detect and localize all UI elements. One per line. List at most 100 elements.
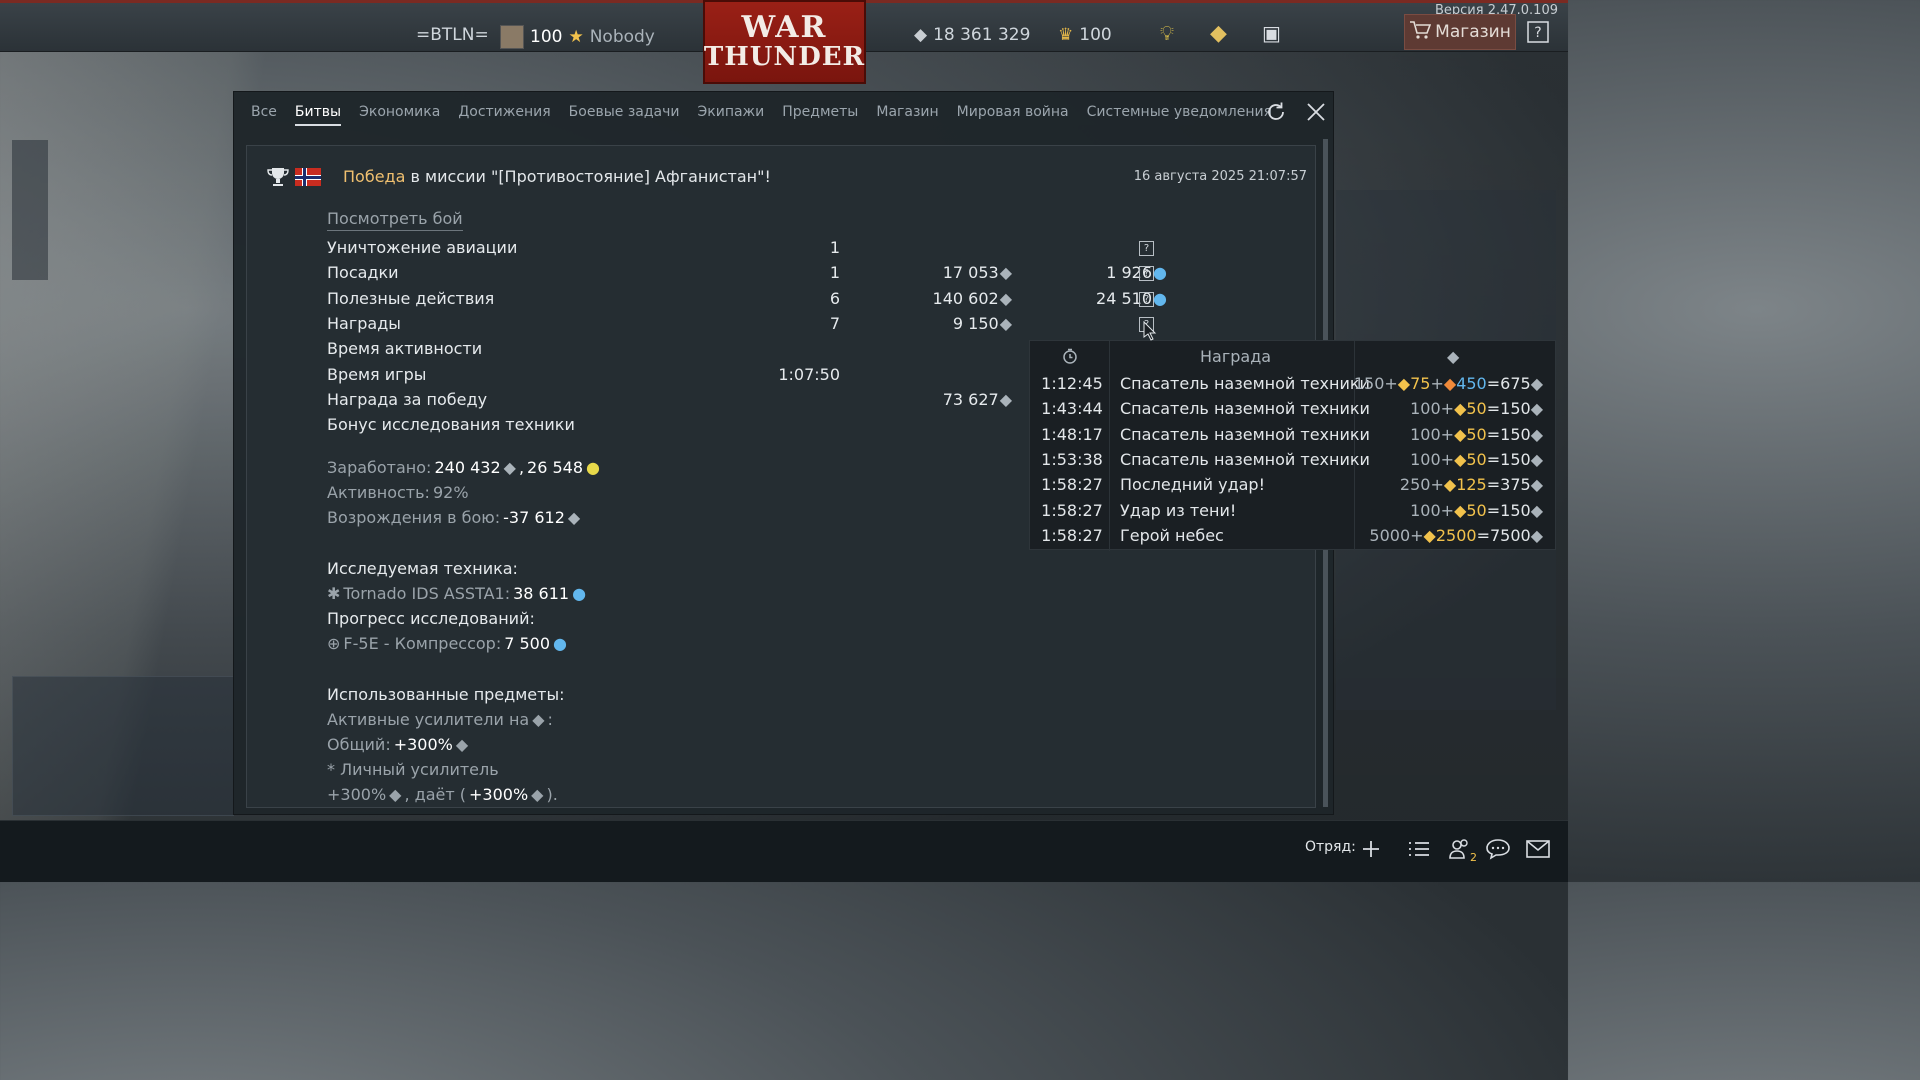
awards-tooltip: Награда ◆ 1:12:45 Спасатель наземной техн… — [1029, 340, 1557, 551]
stat-row: Уничтожение авиации 1 — [327, 236, 1167, 260]
friends-count: 2 — [1470, 851, 1477, 864]
help-icon[interactable]: ? — [1139, 291, 1154, 307]
tab-bar: Все Битвы Экономика Достижения Боевые за… — [234, 92, 1335, 132]
total-booster-line: Общий: +300% ◆ — [327, 732, 468, 757]
silver-lion-icon: ◆ — [503, 458, 516, 477]
stat-label: Время игры — [327, 364, 427, 384]
tab-system[interactable]: Системные уведомления — [1078, 92, 1281, 132]
mail-icon[interactable] — [1524, 835, 1552, 863]
silver-lion-icon: ◆ — [1530, 374, 1543, 393]
stat-rp: 24 510 ● — [1096, 287, 1167, 311]
respawn-value: -37 612 — [503, 508, 565, 527]
personal-value: +300% — [327, 785, 387, 804]
friends-icon[interactable]: 2 — [1446, 835, 1477, 864]
award-bonus-gold: 50 — [1466, 399, 1487, 419]
award-time: 1:58:27 — [1041, 475, 1103, 495]
shop-button[interactable]: Магазин — [1404, 14, 1516, 50]
diamond-icon[interactable]: ◆ — [1210, 21, 1227, 46]
research-point-icon: ● — [553, 634, 568, 653]
award-bonus-gold: 125 — [1456, 475, 1487, 495]
coupon-icon[interactable]: ▣ — [1262, 21, 1281, 45]
tab-items[interactable]: Предметы — [773, 92, 867, 132]
trophy-icon — [267, 166, 289, 192]
award-total: =150 — [1486, 424, 1531, 444]
tab-world-war[interactable]: Мировая война — [948, 92, 1078, 132]
award-value: 100+ ◆ 50 =150 ◆ — [1410, 422, 1543, 447]
silver-balance[interactable]: ◆ 18 361 329 — [914, 25, 1030, 45]
tab-shop[interactable]: Магазин — [867, 92, 947, 132]
respawn-line: Возрождения в бою: -37 612 ◆ — [327, 505, 580, 530]
help-button[interactable]: ? — [1520, 14, 1556, 50]
gold-balance[interactable]: ♛ 100 — [1058, 25, 1112, 45]
help-icon[interactable]: ? — [1139, 266, 1154, 282]
tab-all[interactable]: Все — [242, 92, 286, 132]
avatar — [500, 25, 524, 49]
plus-icon[interactable] — [1357, 835, 1385, 863]
award-time: 1:58:27 — [1041, 500, 1103, 520]
tab-battles[interactable]: Битвы — [286, 92, 350, 132]
silver-lion-icon: ◆ — [1530, 525, 1543, 545]
stat-label: Уничтожение авиации — [327, 238, 518, 257]
activity-label: Активность: — [327, 483, 430, 502]
player-nickname: Nobody — [589, 27, 655, 47]
close-icon[interactable] — [1304, 100, 1328, 124]
total-value: +300% — [393, 735, 453, 754]
research-point-icon: ● — [1153, 288, 1167, 308]
orange-diamond-icon: ◆ — [1443, 374, 1457, 393]
award-row: 1:12:45 Спасатель наземной техники 150+ ◆ 75… — [1030, 371, 1557, 396]
gold-diamond-icon: ◆ — [1397, 374, 1411, 393]
award-value: 100+ ◆ 50 =150 ◆ — [1410, 396, 1543, 421]
silver-lion-icon: ◆ — [1530, 399, 1543, 419]
watch-battle-link[interactable]: Посмотреть бой — [327, 208, 463, 231]
stat-rp: 1 926 ● — [1106, 261, 1167, 285]
stat-label: Бонус исследования техники — [327, 415, 575, 435]
silver-lion-icon: ◆ — [1447, 347, 1460, 366]
stat-count: 1 — [829, 263, 840, 283]
award-value: 100+ ◆ 50 =150 ◆ — [1410, 498, 1543, 523]
award-name: Последний удар! — [1120, 475, 1265, 495]
award-time: 1:58:27 — [1041, 525, 1103, 545]
research-point-icon: ● — [1153, 263, 1167, 283]
silver-lion-icon: ◆ — [999, 288, 1012, 308]
progress-line: ⊕ F-5E - Компрессор: 7 500 ● — [327, 631, 567, 656]
activity-line: Активность: 92% — [327, 480, 469, 505]
svg-text:?: ? — [1534, 25, 1541, 41]
tab-crews[interactable]: Экипажи — [688, 92, 773, 132]
stat-label: Посадки — [327, 263, 399, 283]
silver-lion-icon: ◆ — [914, 25, 928, 45]
award-bonus-gold: 2500 — [1435, 525, 1477, 545]
award-total: =150 — [1486, 449, 1531, 469]
tab-battle-tasks[interactable]: Боевые задачи — [560, 92, 689, 132]
tab-achievements[interactable]: Достижения — [449, 92, 559, 132]
list-icon[interactable] — [1405, 835, 1433, 863]
cart-icon — [1409, 20, 1432, 45]
silver-lion-icon: ◆ — [999, 313, 1012, 333]
silver-lion-icon: ◆ — [532, 710, 545, 729]
tab-economy[interactable]: Экономика — [350, 92, 449, 132]
logo-line-1: WAR — [741, 10, 828, 45]
gold-diamond-icon: ◆ — [1454, 399, 1467, 419]
award-base: 250+ — [1399, 475, 1444, 495]
help-icon[interactable]: ? — [1139, 241, 1154, 256]
squad-tag[interactable]: =BTLN= — [416, 25, 489, 45]
research-widget — [12, 676, 234, 816]
lightbulb-icon[interactable]: 💡︎ — [1160, 21, 1174, 45]
award-name: Удар из тени! — [1120, 500, 1237, 520]
player-profile[interactable]: 100 ★ Nobody — [500, 25, 655, 49]
award-row: 1:43:44 Спасатель наземной техники 100+ ◆ 50… — [1030, 396, 1557, 421]
award-bonus-gold: 50 — [1466, 424, 1487, 444]
mission-text: в миссии "[Противостояние] Афганистан"! — [405, 167, 771, 186]
refresh-icon[interactable] — [1264, 100, 1288, 124]
gold-diamond-icon: ◆ — [1423, 525, 1436, 545]
chat-icon[interactable] — [1484, 835, 1512, 863]
silver-lion-icon: ◆ — [389, 785, 402, 804]
award-row: 1:58:27 Последний удар! 250+ ◆ 125 =375 ◆ — [1030, 472, 1557, 497]
award-base: 100+ — [1410, 500, 1455, 520]
stat-row: Награды 7 9 150 ◆ — [327, 312, 1167, 336]
earned-label: Заработано: — [327, 458, 432, 477]
respawn-label: Возрождения в бою: — [327, 508, 501, 527]
award-time: 1:53:38 — [1041, 449, 1103, 469]
award-bonus-gold: 50 — [1466, 449, 1487, 469]
research-point-icon: ● — [572, 584, 587, 603]
progress-value: 7 500 — [504, 634, 551, 653]
